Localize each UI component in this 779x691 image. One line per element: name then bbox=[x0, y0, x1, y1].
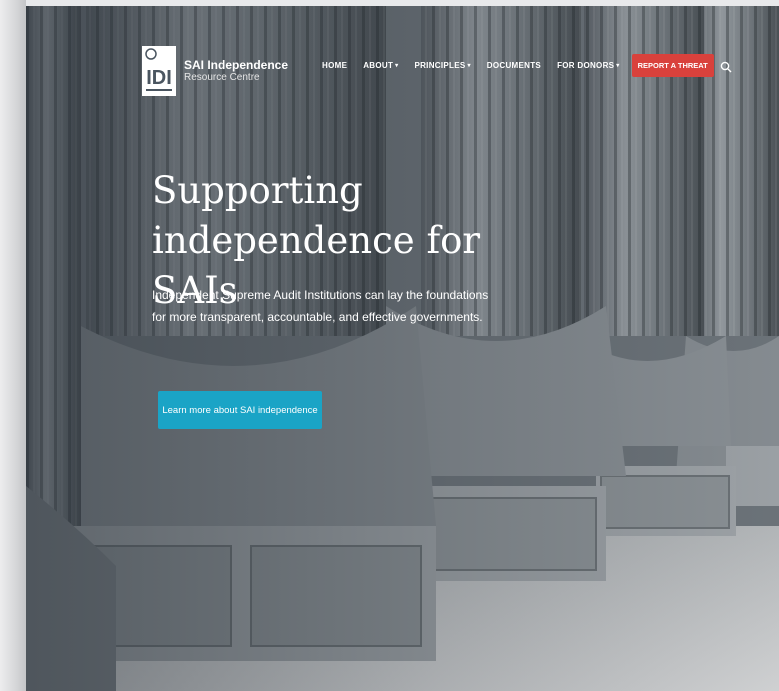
idi-logo-icon: IDI bbox=[142, 46, 176, 96]
hero-headline-line1: Supporting bbox=[152, 169, 363, 212]
learn-more-button[interactable]: Learn more about SAI independence bbox=[158, 391, 322, 429]
site-logo[interactable]: IDI SAI Independence Resource Centre bbox=[142, 46, 288, 96]
nav-item-label: DOCUMENTS bbox=[486, 61, 542, 70]
page-left-margin bbox=[0, 0, 26, 691]
nav-item-documents[interactable]: DOCUMENTS bbox=[479, 61, 549, 70]
nav-item-home[interactable]: HOME bbox=[314, 61, 355, 70]
nav-item-label: HOME bbox=[322, 61, 348, 70]
nav-item-label: PRINCIPLES bbox=[414, 61, 466, 70]
logo-text: SAI Independence Resource Centre bbox=[184, 58, 288, 84]
idi-logo-mark: IDI bbox=[142, 46, 176, 96]
main-navigation: HOME ABOUT ▾ PRINCIPLES ▾ DOCUMENTS FOR DO… bbox=[314, 54, 732, 77]
search-icon[interactable] bbox=[720, 60, 732, 72]
nav-item-label: ABOUT bbox=[363, 61, 394, 70]
hero-section: IDI SAI Independence Resource Centre HOM… bbox=[26, 6, 779, 691]
search-icon-graphic bbox=[720, 61, 732, 72]
chevron-down-icon: ▾ bbox=[395, 63, 399, 69]
chevron-down-icon: ▾ bbox=[616, 63, 620, 69]
chevron-down-icon: ▾ bbox=[467, 63, 471, 69]
hero-overlay bbox=[26, 6, 779, 691]
nav-item-about[interactable]: ABOUT ▾ bbox=[355, 61, 406, 70]
report-threat-button[interactable]: REPORT A THREAT bbox=[631, 54, 714, 77]
logo-title: SAI Independence bbox=[184, 57, 289, 72]
nav-item-principles[interactable]: PRINCIPLES ▾ bbox=[406, 61, 478, 70]
svg-text:IDI: IDI bbox=[146, 67, 172, 89]
nav-item-for-donors[interactable]: FOR DONORS ▾ bbox=[549, 61, 628, 70]
logo-subtitle: Resource Centre bbox=[184, 72, 260, 84]
hero-lead-text: Independent Supreme Audit Institutions c… bbox=[152, 288, 489, 324]
nav-item-label: FOR DONORS bbox=[557, 61, 615, 70]
